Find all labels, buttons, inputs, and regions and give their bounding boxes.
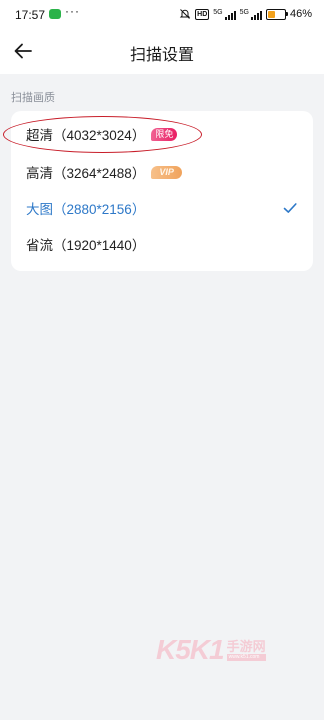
page-title: 扫描设置 xyxy=(129,47,194,64)
option-data-saver[interactable]: 省流（1920*1440） xyxy=(11,226,313,262)
option-large[interactable]: 大图（2880*2156） xyxy=(11,190,313,226)
signal-icon-1: 5G xyxy=(213,8,236,20)
network-type-label: 5G xyxy=(213,8,223,16)
vip-badge: VIP xyxy=(151,165,182,179)
option-hd[interactable]: 高清（3264*2488） VIP xyxy=(11,154,313,190)
battery-icon xyxy=(265,8,288,20)
section-label: 扫描画质 xyxy=(11,92,55,104)
hd-voice-icon: HD xyxy=(195,8,210,20)
signal-icon-2: 5G xyxy=(240,9,262,20)
option-label: 省流（1920*1440） xyxy=(26,238,146,253)
watermark-brand: K5K1 xyxy=(156,634,225,665)
option-ultra-hd[interactable]: 超清（4032*3024） 限免 xyxy=(11,116,313,152)
network-type-label: 5G xyxy=(239,8,249,16)
quality-options-card: 超清（4032*3024） 限免 高清（3264*2488） VIP 大图（28… xyxy=(11,111,313,271)
status-time: 17:57 xyxy=(15,8,46,22)
watermark-text: 手游网 xyxy=(226,638,266,654)
watermark-url: www.k51.com xyxy=(226,653,266,661)
limited-free-badge: 限免 xyxy=(151,127,178,141)
status-bar: 17:57 ··· HD 5G 5G 46% xyxy=(0,0,324,30)
option-label: 大图（2880*2156） xyxy=(26,202,146,217)
mute-bell-icon xyxy=(179,8,191,20)
option-label: 高清（3264*2488） xyxy=(26,166,146,181)
watermark-logo: K5K1 手游网 www.k51.com xyxy=(156,634,266,666)
battery-percent: 46% xyxy=(289,8,312,20)
wechat-notification-icon xyxy=(49,9,61,19)
more-notifications-icon: ··· xyxy=(65,4,80,18)
app-header: 扫描设置 xyxy=(0,30,324,74)
option-label: 超清（4032*3024） xyxy=(26,128,146,143)
checkmark-icon xyxy=(282,200,298,216)
